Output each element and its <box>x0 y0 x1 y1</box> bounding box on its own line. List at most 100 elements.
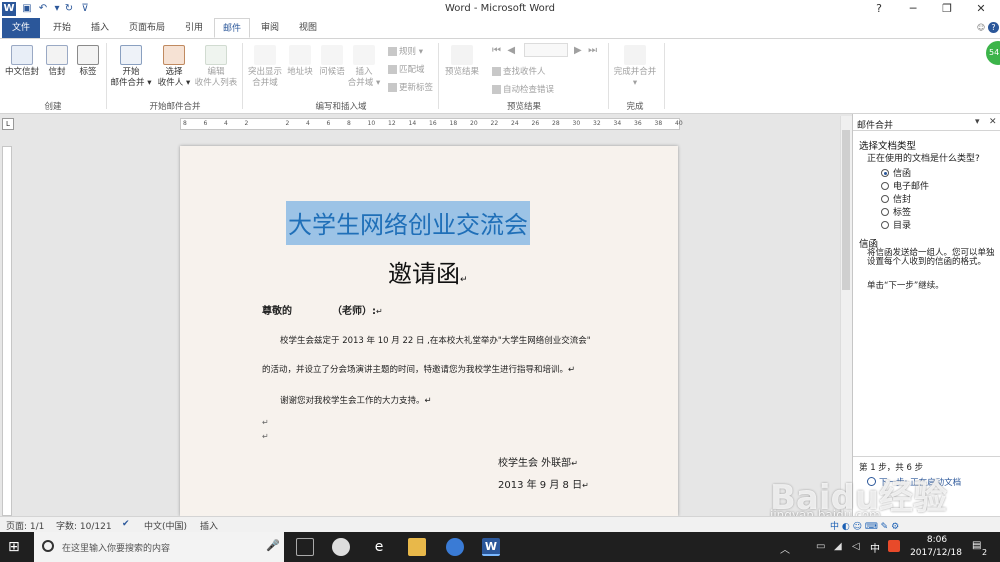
tab-view[interactable]: 视图 <box>292 18 324 38</box>
radio-envelope[interactable]: 信封 <box>881 192 911 205</box>
radio-directory[interactable]: 目录 <box>881 218 911 231</box>
smiley-feedback-icon[interactable]: ☺ <box>975 22 987 34</box>
next-record-icon[interactable]: ▶ <box>574 45 582 56</box>
close-icon[interactable]: ✕ <box>964 0 998 18</box>
chinese-envelope-button[interactable]: 中文信封 <box>4 45 40 78</box>
app-icon[interactable] <box>332 538 350 556</box>
status-words[interactable]: 字数: 10/121 <box>56 519 112 532</box>
ime-indicator[interactable]: 中 <box>870 540 880 555</box>
ruler-tick-label: 24 <box>511 120 519 127</box>
tab-page-layout[interactable]: 页面布局 <box>122 18 172 38</box>
document-page[interactable]: 大学生网络创业交流会 邀请函↵ 尊敬的 （老师）:↵ 校学生会兹定于 2013 … <box>180 146 678 516</box>
pane-menu-icon[interactable]: ▾ <box>975 117 980 127</box>
tab-home[interactable]: 开始 <box>46 18 78 38</box>
first-record-icon[interactable]: ⏮ <box>492 45 501 56</box>
tab-file[interactable]: 文件 <box>2 18 40 38</box>
minimize-icon[interactable]: ─ <box>896 0 930 18</box>
labels-icon <box>77 45 99 65</box>
record-nav: ⏮ ◀ <box>492 45 515 56</box>
doc-para-2: 的活动，并设立了分会场演讲主题的时间，特邀请您为我校学生进行指导和培训。↵ <box>262 363 575 375</box>
ruler-tick-label: 22 <box>490 120 499 127</box>
group-finish-label: 完成 <box>626 102 644 112</box>
envelope-button[interactable]: 信封 <box>44 45 70 78</box>
doc-date: 2013 年 9 月 8 日↵ <box>498 476 589 491</box>
record-number-input[interactable] <box>524 43 568 57</box>
start-mail-merge-button[interactable]: 开始 邮件合并 ▾ <box>110 45 152 89</box>
pane-close-icon[interactable]: ✕ <box>989 117 997 127</box>
insert-merge-field-button[interactable]: 插入 合并域 ▾ <box>346 45 382 89</box>
select-recipients-button[interactable]: 选择 收件人 ▾ <box>154 45 194 89</box>
scrollbar-thumb[interactable] <box>842 130 850 290</box>
radio-envelope-label: 信封 <box>893 195 912 205</box>
sogou-ime-icon[interactable] <box>888 540 900 552</box>
clock-time[interactable]: 8:06 <box>912 535 962 545</box>
rules-button[interactable]: 规则 ▾ <box>388 45 423 57</box>
tab-insert[interactable]: 插入 <box>84 18 116 38</box>
tab-references[interactable]: 引用 <box>178 18 210 38</box>
pane-hint: 单击“下一步”继续。 <box>867 281 944 291</box>
horizontal-ruler[interactable]: 8 6 4 2 2 4 6 8 10 12 14 16 18 20 22 24 26 28 30 32 34 36 38 40 <box>180 118 683 130</box>
ribbon-options-icon[interactable]: ? <box>862 0 896 18</box>
find-recipient-button[interactable]: 查找收件人 <box>492 65 546 77</box>
pane-divider <box>853 130 1000 131</box>
auto-check-errors-button[interactable]: 自动检查错误 <box>492 83 554 95</box>
tab-review[interactable]: 审阅 <box>254 18 286 38</box>
greeting-line-button[interactable]: 问候语 <box>316 45 348 78</box>
radio-email[interactable]: 电子邮件 <box>881 179 929 192</box>
taskbar-search[interactable]: 在这里输入你要搜索的内容 🎤 <box>34 532 284 562</box>
doc-para-3-text: 谢谢您对我校学生会工作的大力支持。 <box>280 396 425 406</box>
radio-labels[interactable]: 标签 <box>881 205 911 218</box>
notification-icon[interactable]: ▤ <box>972 540 981 551</box>
browser-icon[interactable] <box>446 538 464 556</box>
status-language[interactable]: 中文(中国) <box>144 519 187 532</box>
previous-record-icon[interactable]: ◀ <box>507 45 515 56</box>
chinese-envelope-icon <box>11 45 33 65</box>
address-block-button[interactable]: 地址块 <box>284 45 316 78</box>
edge-icon[interactable]: e <box>370 538 388 556</box>
clock-date[interactable]: 2017/12/18 <box>906 548 966 558</box>
last-record-icon[interactable]: ⏭ <box>588 45 597 56</box>
microphone-icon[interactable]: 🎤 <box>266 539 280 552</box>
tab-selector-icon[interactable]: L <box>2 118 14 130</box>
battery-icon[interactable]: ▭ <box>816 541 825 552</box>
tab-mailings[interactable]: 邮件 <box>214 18 250 38</box>
ruler-tick-label: 8 <box>183 120 187 127</box>
doc-teacher-text: （老师）: <box>332 306 376 317</box>
finish-merge-icon <box>624 45 646 65</box>
file-explorer-icon[interactable] <box>408 538 426 556</box>
select-recipients-label-1: 选择 <box>165 67 183 77</box>
edit-recipient-list-icon <box>205 45 227 65</box>
vertical-scrollbar[interactable] <box>840 116 852 516</box>
radio-letter[interactable]: 信函 <box>881 166 911 179</box>
preview-results-button[interactable]: 预览结果 <box>442 45 482 78</box>
help-icon[interactable]: ? <box>988 22 999 33</box>
ruler-tick-label: 40 <box>675 120 683 127</box>
update-labels-button[interactable]: 更新标签 <box>388 81 433 93</box>
notification-count: 2 <box>982 548 988 557</box>
ime-toolbar-icon[interactable]: 中 ◐ ☺ ⌨ ✎ ⚙ <box>830 519 899 532</box>
proofing-icon[interactable]: ✔ <box>122 519 130 529</box>
paragraph-mark: ↵ <box>571 459 578 468</box>
vertical-ruler[interactable] <box>2 146 12 516</box>
word-taskbar-icon[interactable]: W <box>482 538 500 556</box>
radio-email-label: 电子邮件 <box>893 182 930 192</box>
network-icon[interactable]: ◢ <box>834 541 842 552</box>
doc-para-2-text: 的活动，并设立了分会场演讲主题的时间，特邀请您为我校学生进行指导和培训。 <box>262 365 569 375</box>
doc-title-selected[interactable]: 大学生网络创业交流会 <box>286 201 530 245</box>
match-fields-button[interactable]: 匹配域 <box>388 63 425 75</box>
volume-icon[interactable]: ◁ <box>852 541 860 552</box>
labels-button[interactable]: 标签 <box>74 45 102 78</box>
highlight-merge-fields-button[interactable]: 突出显示 合并域 <box>246 45 284 89</box>
ruler-tick-label: 34 <box>613 120 622 127</box>
edit-recipient-list-button[interactable]: 编辑 收件人列表 <box>194 45 238 89</box>
doc-date-text: 2013 年 9 月 8 日 <box>498 480 583 491</box>
avatar[interactable]: 54 <box>986 41 1000 65</box>
status-insert-mode[interactable]: 插入 <box>200 519 218 532</box>
mail-merge-pane: 邮件合并 ▾ ✕ 选择文档类型 正在使用的文档是什么类型? 信函 电子邮件 信封… <box>852 114 1000 516</box>
show-hidden-icons-icon[interactable]: ︿ <box>780 541 790 556</box>
task-view-icon[interactable] <box>296 538 314 556</box>
status-page[interactable]: 页面: 1/1 <box>6 519 44 532</box>
restore-icon[interactable]: ❐ <box>930 0 964 18</box>
finish-merge-button[interactable]: 完成并合并 ▾ <box>610 45 660 89</box>
windows-start-icon[interactable]: ⊞ <box>8 538 20 556</box>
